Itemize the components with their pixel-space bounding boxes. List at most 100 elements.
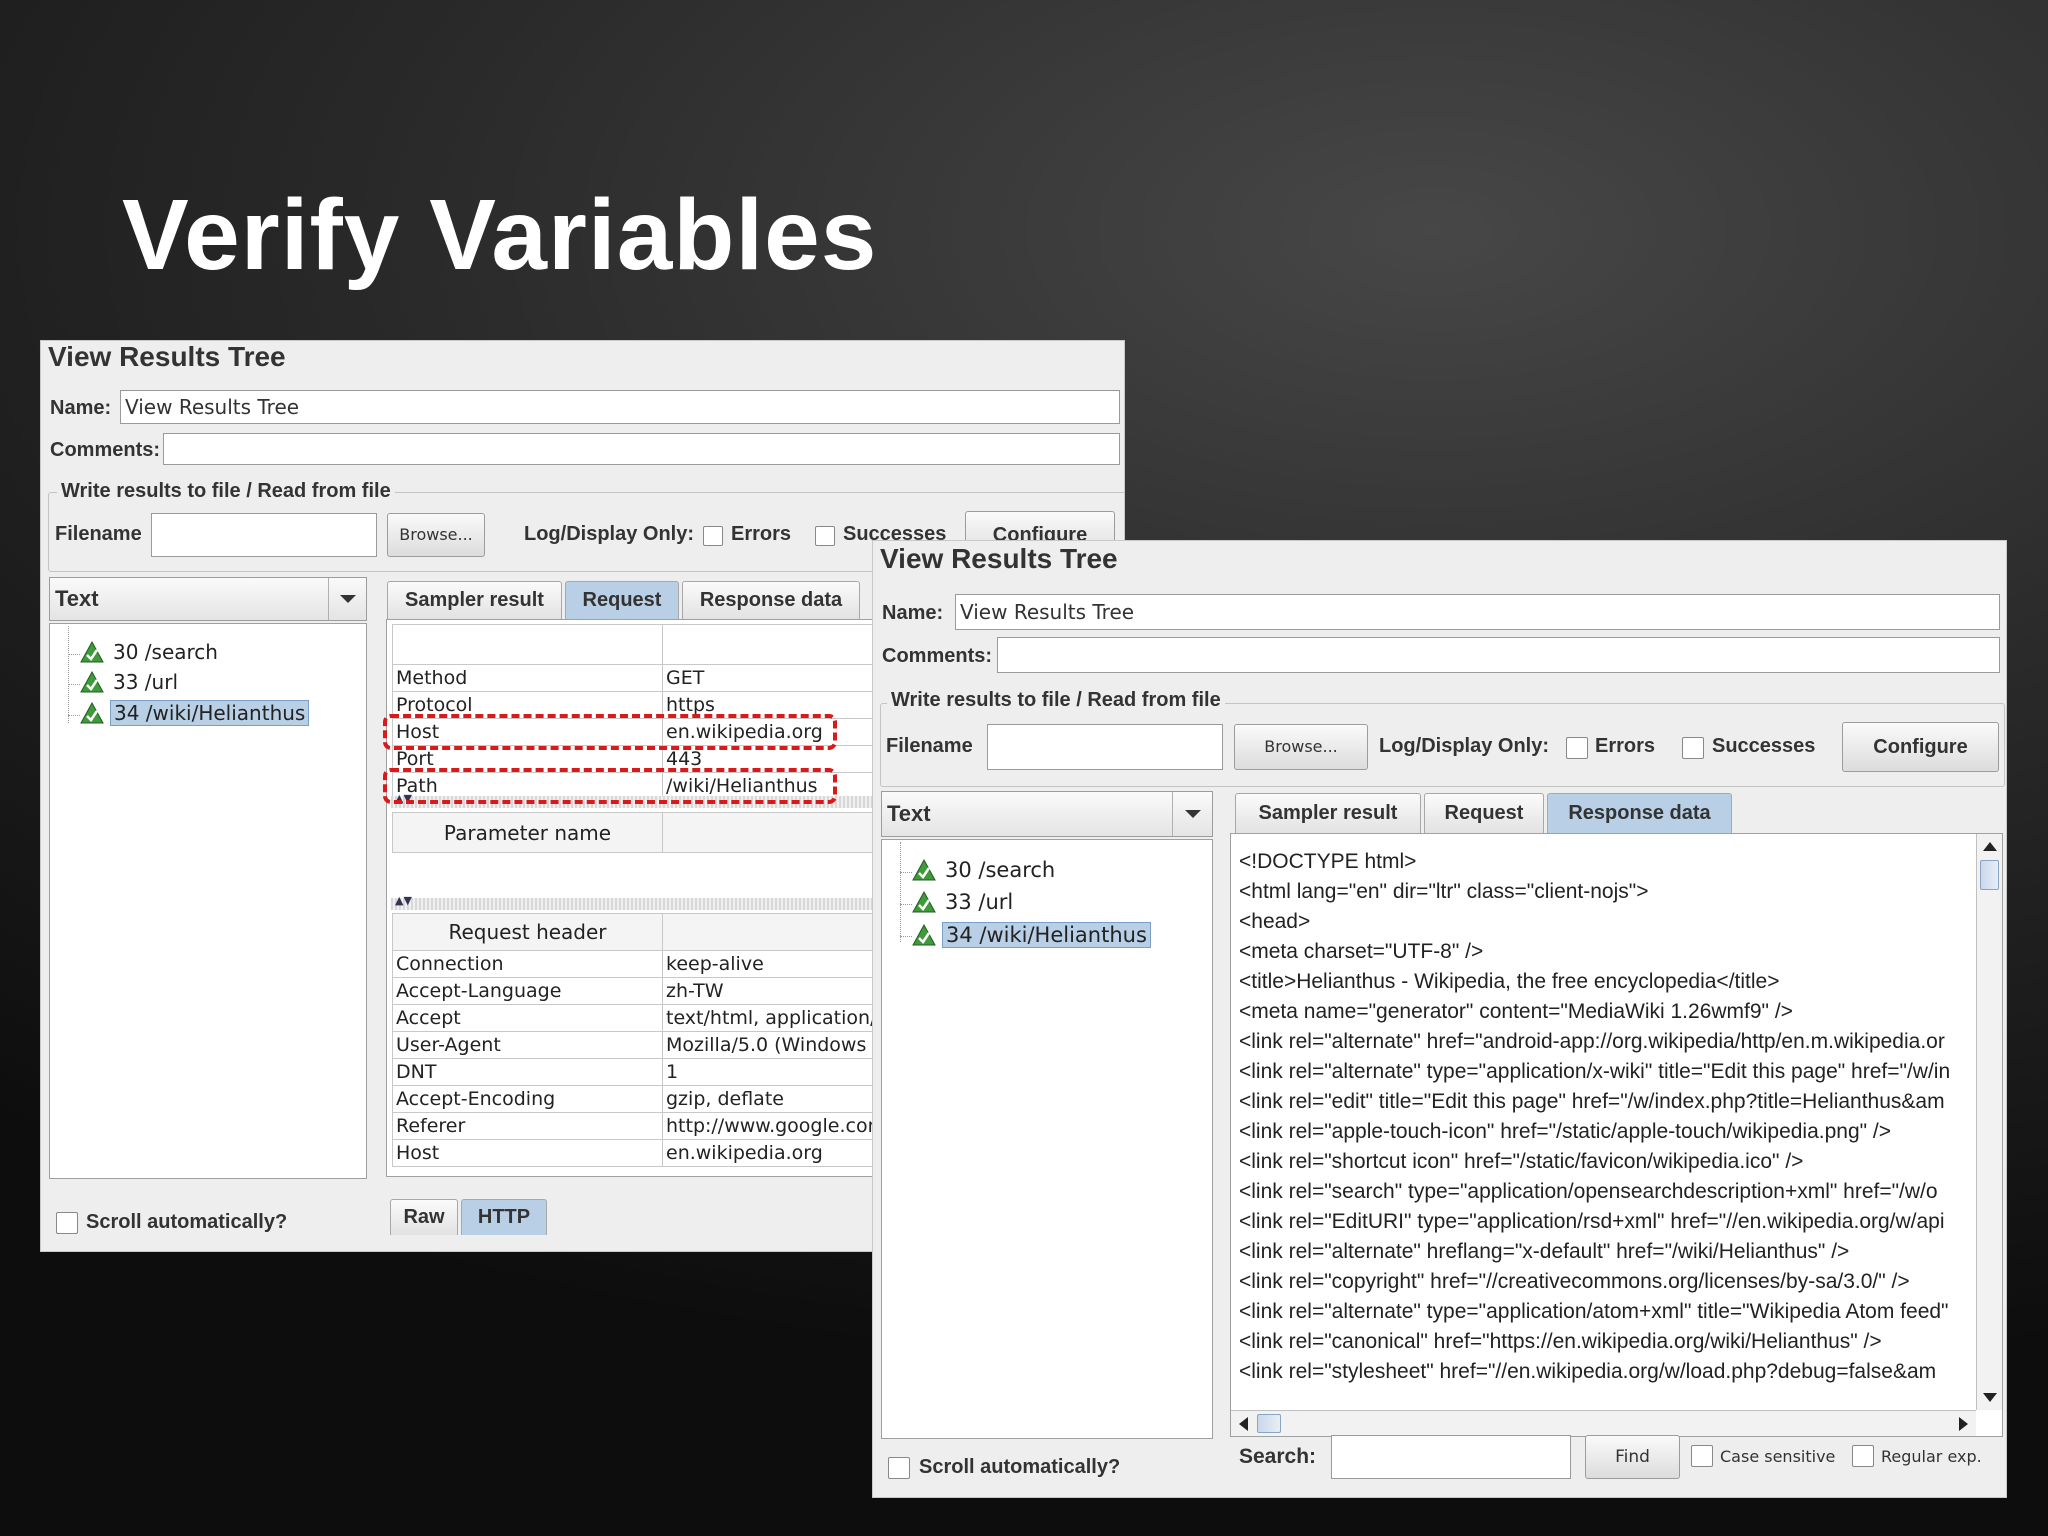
results-tree-panel-response: View Results Tree Name: View Results Tre… <box>872 540 2007 1498</box>
regex-checkbox[interactable] <box>1852 1445 1874 1467</box>
tree-item-label: 30 /search <box>945 858 1056 882</box>
row-key: Referer <box>392 1112 663 1140</box>
response-line: <link rel="alternate" type="application/… <box>1239 1300 1949 1323</box>
comments-field[interactable] <box>163 433 1120 465</box>
results-tree: 30 /search 33 /url 34 /wiki/Helianthus <box>881 839 1213 1439</box>
horizontal-scroll-thumb[interactable] <box>1257 1414 1281 1433</box>
response-line: <link rel="copyright" href="//creativeco… <box>1239 1270 1910 1293</box>
tree-connector <box>68 715 80 716</box>
success-triangle-icon <box>912 924 936 946</box>
filename-field[interactable] <box>987 724 1223 770</box>
highlight-host <box>383 714 837 750</box>
row-key: Connection <box>392 950 663 978</box>
parameter-name-header[interactable]: Parameter name <box>392 812 663 853</box>
configure-button[interactable]: Configure <box>1842 722 1999 772</box>
browse-button[interactable]: Browse... <box>1234 724 1368 770</box>
errors-checkbox[interactable] <box>1566 737 1588 759</box>
find-button[interactable]: Find <box>1585 1435 1680 1479</box>
tree-item-label: 30 /search <box>113 640 218 664</box>
panel-title: View Results Tree <box>880 543 1118 574</box>
renderer-value: Text <box>55 586 99 611</box>
response-content: <!DOCTYPE html> <html lang="en" dir="ltr… <box>1230 833 2003 1437</box>
file-group-title: Write results to file / Read from file <box>887 689 1225 712</box>
results-tree: 30 /search 33 /url 34 /wiki/Helianthus <box>49 623 367 1179</box>
tree-item-selected[interactable]: 34 /wiki/Helianthus <box>80 700 310 726</box>
filename-field[interactable] <box>151 513 377 557</box>
tree-item-label: 34 /wiki/Helianthus <box>942 922 1151 948</box>
request-header-name-header[interactable]: Request header <box>392 913 663 951</box>
tree-connector <box>68 684 80 685</box>
response-text-area[interactable]: <!DOCTYPE html> <html lang="en" dir="ltr… <box>1231 834 1976 1410</box>
regex-label: Regular exp. <box>1881 1447 1982 1466</box>
scroll-auto-checkbox[interactable] <box>56 1212 78 1234</box>
tab-sampler-result[interactable]: Sampler result <box>387 581 562 619</box>
log-display-label: Log/Display Only: <box>1379 735 1550 757</box>
scroll-right-icon[interactable] <box>1959 1417 1968 1431</box>
tab-raw[interactable]: Raw <box>390 1199 458 1235</box>
successes-checkbox[interactable] <box>1682 737 1704 759</box>
tree-item-label: 34 /wiki/Helianthus <box>110 700 310 726</box>
response-line: <head> <box>1239 910 1311 933</box>
slide-title: Verify Variables <box>122 179 878 291</box>
response-line: <link rel="apple-touch-icon" href="/stat… <box>1239 1120 1892 1143</box>
case-sensitive-label: Case sensitive <box>1720 1447 1836 1466</box>
name-label: Name: <box>50 397 112 419</box>
errors-label: Errors <box>731 523 792 545</box>
tab-response-data[interactable]: Response data <box>1547 793 1732 835</box>
chevron-down-icon[interactable] <box>1172 792 1212 836</box>
vertical-scrollbar[interactable] <box>1976 834 2002 1410</box>
vertical-scroll-thumb[interactable] <box>1980 860 1999 890</box>
scroll-auto-checkbox[interactable] <box>888 1457 910 1479</box>
row-key: DNT <box>392 1058 663 1086</box>
scroll-left-icon[interactable] <box>1239 1417 1248 1431</box>
browse-button[interactable]: Browse... <box>387 513 485 557</box>
response-line: <link rel="search" type="application/ope… <box>1239 1180 1938 1203</box>
scroll-up-icon[interactable] <box>1983 842 1997 851</box>
row-key: User-Agent <box>392 1031 663 1059</box>
response-line: <link rel="EditURI" type="application/rs… <box>1239 1210 1945 1233</box>
chevron-down-icon[interactable] <box>328 578 366 620</box>
response-line: <meta charset="UTF-8" /> <box>1239 940 1484 963</box>
errors-label: Errors <box>1595 735 1656 757</box>
scroll-down-icon[interactable] <box>1983 1393 1997 1402</box>
highlight-path <box>383 768 837 804</box>
case-sensitive-checkbox[interactable] <box>1691 1445 1713 1467</box>
tab-sampler-result[interactable]: Sampler result <box>1235 793 1421 833</box>
tree-item[interactable]: 30 /search <box>912 858 1058 882</box>
horizontal-scrollbar[interactable] <box>1231 1410 1976 1436</box>
tree-item[interactable]: 33 /url <box>912 890 1016 914</box>
tree-connector <box>900 904 912 905</box>
response-line: <title>Helianthus - Wikipedia, the free … <box>1239 970 1780 993</box>
renderer-select[interactable]: Text <box>49 577 367 621</box>
tab-http[interactable]: HTTP <box>461 1199 547 1235</box>
comments-field[interactable] <box>997 637 2000 673</box>
search-input[interactable] <box>1331 1435 1571 1479</box>
comments-label: Comments: <box>50 439 161 461</box>
tab-response-data[interactable]: Response data <box>682 581 860 619</box>
response-line: <meta name="generator" content="MediaWik… <box>1239 1000 1793 1023</box>
response-line: <link rel="stylesheet" href="//en.wikipe… <box>1239 1360 1937 1383</box>
success-triangle-icon <box>80 702 104 724</box>
row-key: Host <box>392 1139 663 1167</box>
splitter-arrows-icon: ▲▼ <box>395 894 412 907</box>
tree-connector <box>900 842 901 942</box>
tree-connector <box>68 626 69 723</box>
name-field[interactable]: View Results Tree <box>120 390 1120 424</box>
success-triangle-icon <box>912 891 936 913</box>
row-key: Method <box>392 664 663 692</box>
name-field[interactable]: View Results Tree <box>955 594 2000 630</box>
response-line: <link rel="canonical" href="https://en.w… <box>1239 1330 1882 1353</box>
response-line: <html lang="en" dir="ltr" class="client-… <box>1239 880 1649 903</box>
response-line: <link rel="alternate" href="android-app:… <box>1239 1030 1945 1053</box>
tree-item[interactable]: 33 /url <box>80 670 181 694</box>
table-header-cell <box>392 624 663 665</box>
tab-request[interactable]: Request <box>565 581 679 619</box>
errors-checkbox[interactable] <box>703 526 723 546</box>
row-key: Accept <box>392 1004 663 1032</box>
tab-request[interactable]: Request <box>1424 793 1544 833</box>
tree-item-selected[interactable]: 34 /wiki/Helianthus <box>912 922 1151 948</box>
successes-checkbox[interactable] <box>815 526 835 546</box>
tree-item[interactable]: 30 /search <box>80 640 221 664</box>
log-display-label: Log/Display Only: <box>524 523 695 545</box>
renderer-select[interactable]: Text <box>881 791 1213 837</box>
